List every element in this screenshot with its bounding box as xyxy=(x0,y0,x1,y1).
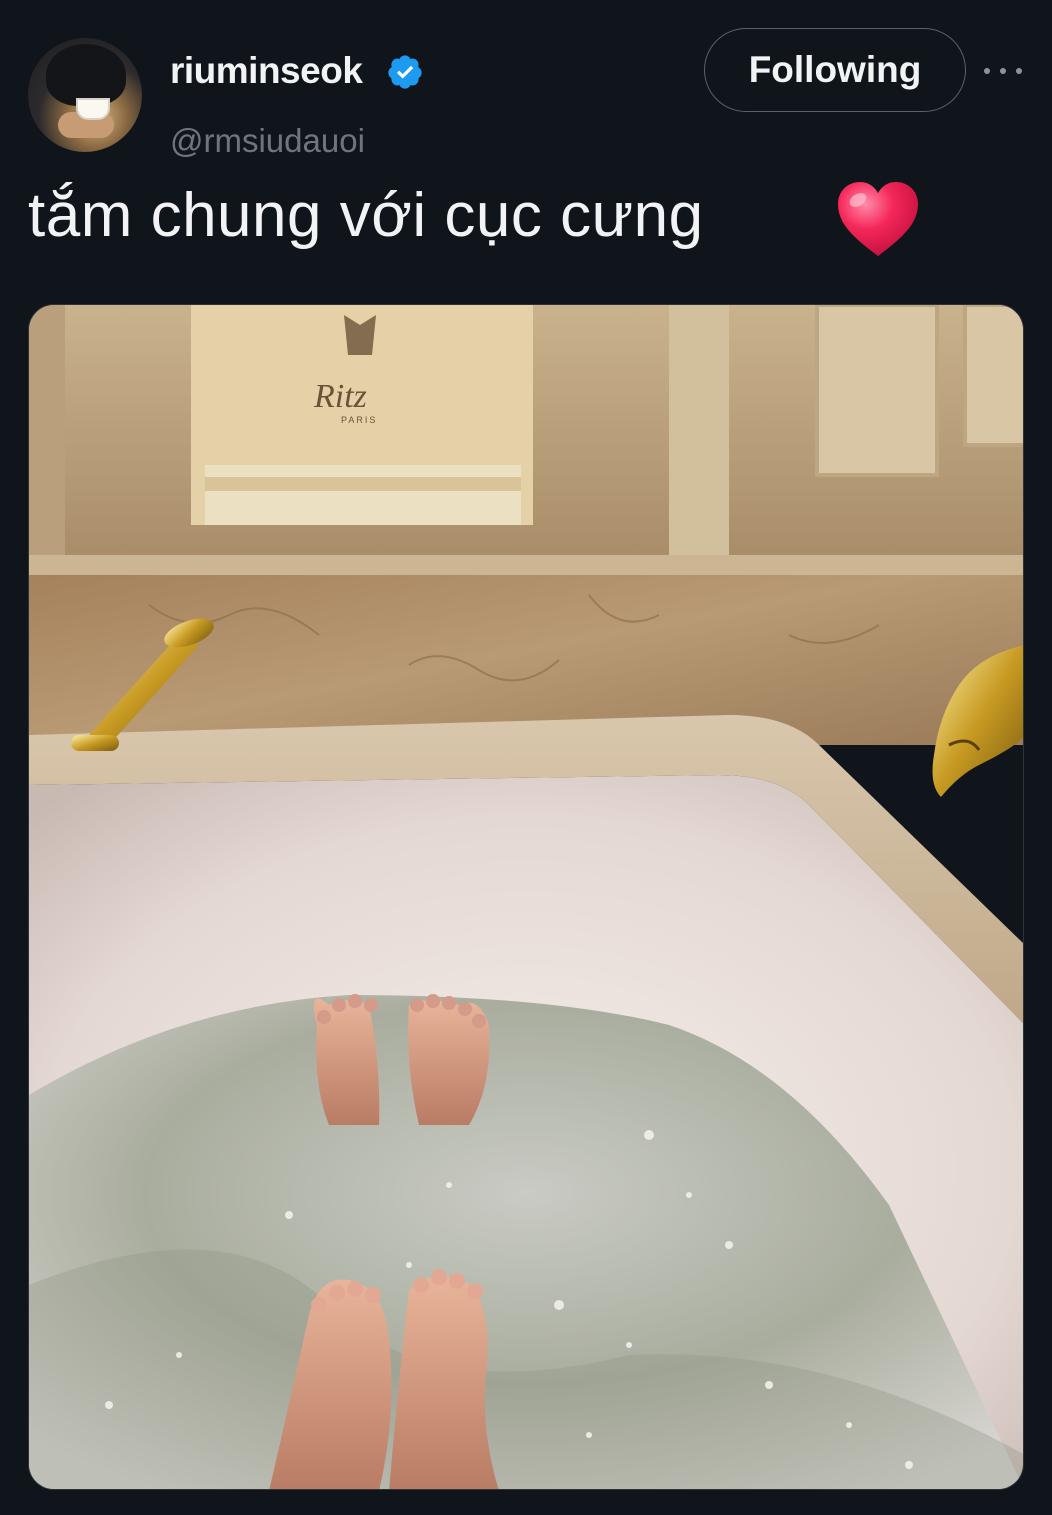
more-options-icon[interactable] xyxy=(984,58,1022,84)
avatar-cup xyxy=(76,98,110,120)
dot xyxy=(1016,68,1022,74)
tweet-photo[interactable]: Ritz PARIS xyxy=(28,304,1024,1490)
verified-badge-icon xyxy=(388,55,422,89)
dot xyxy=(984,68,990,74)
heart-emoji-icon xyxy=(838,182,918,256)
towel-sub: PARIS xyxy=(341,415,377,425)
tweet-text: tắm chung với cục cưng xyxy=(28,181,704,250)
avatar[interactable] xyxy=(28,38,142,152)
dot xyxy=(1000,68,1006,74)
author-handle[interactable]: @rmsiudauoi xyxy=(170,122,365,160)
following-button[interactable]: Following xyxy=(704,28,966,112)
avatar-hair xyxy=(46,44,126,106)
bathtub-photo: Ritz PARIS xyxy=(29,305,1023,1489)
author-display-name[interactable]: riuminseok xyxy=(170,50,363,92)
towel-brand: Ritz xyxy=(313,378,367,415)
tweet-card: riuminseok @rmsiudauoi Following tắm chu… xyxy=(0,0,1052,1515)
